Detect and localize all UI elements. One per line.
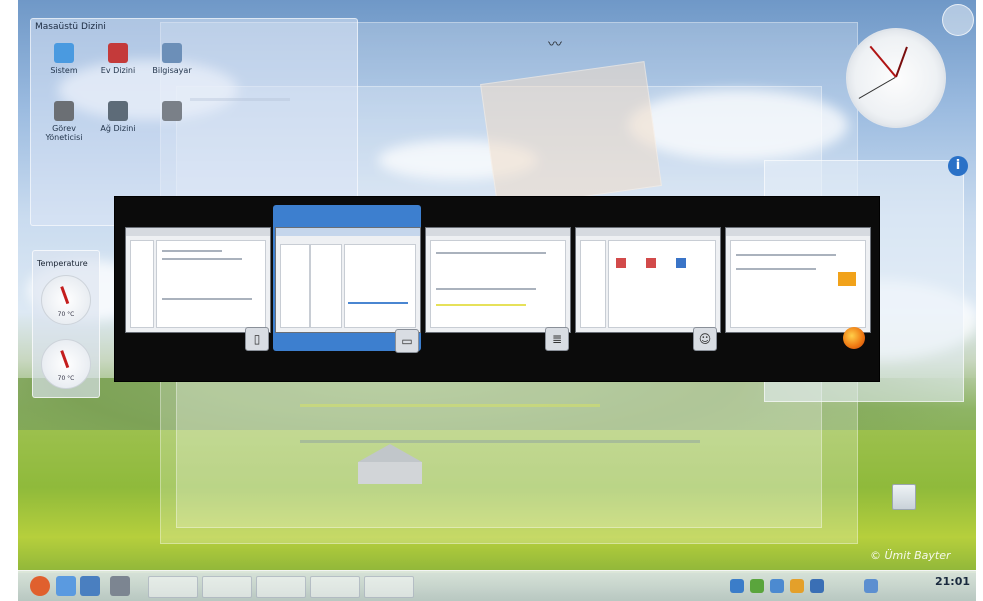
gauge-value: 70 °C (57, 311, 75, 318)
background-window-row (300, 404, 600, 407)
thumbnail-text-line (436, 288, 536, 290)
firefox-icon (843, 327, 865, 349)
watermark: © Ümit Bayter (870, 549, 951, 562)
notification-icon[interactable] (810, 579, 824, 593)
taskbar-task[interactable] (256, 576, 306, 598)
monitor-icon (54, 43, 74, 63)
thumbnail-sidebar (280, 244, 310, 328)
folder-view-widget[interactable]: Masaüstü Dizini Sistem Ev Dizini Bilgisa… (30, 18, 358, 226)
thumbnail-text-line (436, 252, 546, 254)
thumbnail-titlebar (276, 228, 420, 236)
gauge-needle (60, 350, 70, 369)
network-icon (108, 101, 128, 121)
thumbnail-pane (344, 244, 416, 328)
thumbnail-content (608, 240, 716, 328)
text-editor-app-icon: ≣ (545, 327, 569, 351)
folder-item-network[interactable]: Ağ Dizini (93, 101, 143, 133)
thumbnail-icon (646, 258, 656, 268)
info-icon[interactable]: i (948, 156, 968, 176)
folder-view-title: Masaüstü Dizini (35, 22, 106, 32)
thumbnail-icon (616, 258, 626, 268)
window-thumbnail-firefox[interactable] (725, 227, 871, 333)
thumbnail-text-line (162, 250, 222, 252)
window-switcher[interactable]: ▯ ▭ ≣ ☺ (114, 196, 880, 382)
folder-item-label: Ev Dizini (100, 66, 136, 75)
thumbnail-titlebar (426, 228, 570, 236)
thumbnail-text-line (736, 268, 816, 270)
settings-app-icon: ▯ (245, 327, 269, 351)
trash-icon[interactable] (892, 484, 916, 510)
file-icon (162, 101, 182, 121)
battery-icon[interactable] (770, 579, 784, 593)
folder-item-label: Görev Yöneticisi (45, 124, 83, 142)
folder-item-task-manager[interactable]: Görev Yöneticisi (39, 101, 89, 142)
file-manager-launcher-icon[interactable] (80, 576, 100, 596)
computer-icon (162, 43, 182, 63)
clock-hour-hand (895, 46, 908, 78)
taskbar-task[interactable] (310, 576, 360, 598)
folder-item-label: Ağ Dizini (100, 124, 136, 133)
folder-item-file[interactable] (147, 101, 197, 124)
clock-minute-hand (869, 45, 897, 78)
folder-item-label: Sistem (50, 66, 78, 75)
clock-second-hand (858, 77, 896, 99)
gauge-needle (60, 286, 70, 305)
taskbar-task[interactable] (364, 576, 414, 598)
volume-icon[interactable] (750, 579, 764, 593)
folder-item-label: Bilgisayar (152, 66, 192, 75)
taskbar-task[interactable] (148, 576, 198, 598)
network-icon[interactable] (730, 579, 744, 593)
thumbnail-titlebar (126, 228, 270, 236)
folder-item-computer[interactable]: Bilgisayar (147, 43, 197, 75)
thumbnail-text-line (736, 254, 836, 256)
thumbnail-icon (676, 258, 686, 268)
terminal-launcher-icon[interactable] (110, 576, 130, 596)
desktop-pager-icon[interactable] (56, 576, 76, 596)
background-window-row (300, 440, 700, 443)
gpu-temperature-gauge: 70 °C (41, 339, 91, 389)
thumbnail-text-line (162, 298, 252, 300)
thumbnail-sidebar (580, 240, 606, 328)
kde-menu-icon[interactable] (30, 576, 50, 596)
window-thumbnail-text-editor[interactable] (425, 227, 571, 333)
home-icon (108, 43, 128, 63)
thumbnail-highlight-line (436, 304, 526, 306)
photo-frame-widget[interactable] (480, 61, 662, 209)
temperature-widget[interactable]: Temperature 70 °C 70 °C (32, 250, 100, 398)
desktop-toolbox-button[interactable] (942, 4, 974, 36)
file-manager-app-icon: ▭ (395, 329, 419, 353)
thumbnail-pane (310, 244, 342, 328)
analog-clock-widget[interactable] (846, 28, 946, 128)
thumbnail-image (838, 272, 856, 286)
show-desktop-icon[interactable] (864, 579, 878, 593)
bird-icon: 〰 (548, 37, 562, 53)
user-app-icon: ☺ (693, 327, 717, 351)
gauge-value: 70 °C (57, 375, 75, 382)
temperature-widget-title: Temperature (37, 259, 88, 268)
taskbar-task-firefox[interactable] (202, 576, 252, 598)
clipboard-icon[interactable] (790, 579, 804, 593)
thumbnail-content (156, 240, 266, 328)
cpu-temperature-gauge: 70 °C (41, 275, 91, 325)
thumbnail-text-line (348, 302, 408, 304)
window-thumbnail-settings[interactable] (125, 227, 271, 333)
window-thumbnail-file-manager[interactable] (275, 227, 421, 333)
window-thumbnail-user-settings[interactable] (575, 227, 721, 333)
task-manager-icon (54, 101, 74, 121)
thumbnail-titlebar (576, 228, 720, 236)
taskbar[interactable]: 21:01 (18, 570, 976, 601)
folder-item-system[interactable]: Sistem (39, 43, 89, 75)
folder-item-home[interactable]: Ev Dizini (93, 43, 143, 75)
thumbnail-titlebar (726, 228, 870, 236)
taskbar-clock[interactable]: 21:01 (935, 575, 970, 588)
thumbnail-sidebar (130, 240, 154, 328)
thumbnail-text-line (162, 258, 242, 260)
